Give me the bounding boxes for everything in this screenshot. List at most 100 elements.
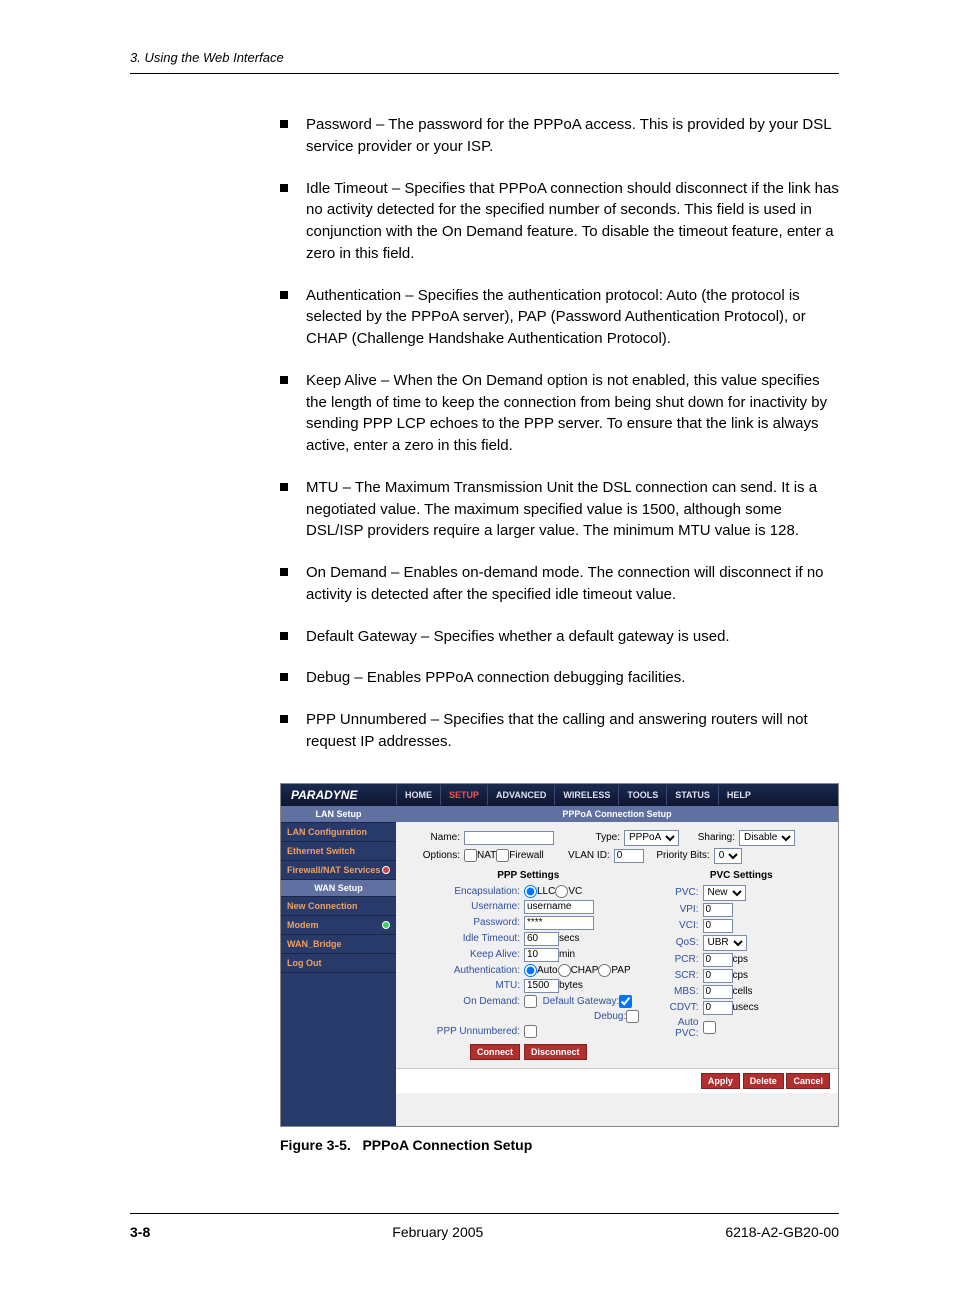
auth-chap-radio[interactable]: [558, 964, 571, 977]
autopvc-label: Auto PVC:: [653, 1017, 703, 1039]
vlan-label: VLAN ID:: [544, 850, 614, 861]
bullet-icon: [280, 632, 288, 640]
nav-wireless[interactable]: WIRELESS: [554, 785, 618, 805]
cdvt-input[interactable]: [703, 1001, 733, 1015]
default-gateway-checkbox[interactable]: [619, 995, 632, 1008]
debug-label: Debug:: [594, 1011, 626, 1022]
username-label: Username:: [404, 901, 524, 912]
sidebar-item-label: WAN_Bridge: [287, 939, 342, 949]
nav-tools[interactable]: TOOLS: [618, 785, 666, 805]
vpi-input[interactable]: [703, 903, 733, 917]
idle-label: Idle Timeout:: [404, 933, 524, 944]
nav-status[interactable]: STATUS: [666, 785, 718, 805]
keepalive-label: Keep Alive:: [404, 949, 524, 960]
status-dot-icon: [382, 921, 390, 929]
firewall-label: Firewall: [509, 850, 543, 861]
cdvt-unit: usecs: [733, 1002, 759, 1013]
sidebar-item-firewall[interactable]: Firewall/NAT Services: [281, 861, 396, 880]
cdvt-label: CDVT:: [653, 1002, 703, 1013]
nat-checkbox[interactable]: [464, 849, 477, 862]
name-label: Name:: [404, 832, 464, 843]
priority-label: Priority Bits:: [644, 850, 714, 861]
chapter-header: 3. Using the Web Interface: [130, 50, 839, 65]
sidebar: LAN Setup LAN Configuration Ethernet Swi…: [281, 806, 396, 1126]
sidebar-item-lan-config[interactable]: LAN Configuration: [281, 823, 396, 842]
pcr-input[interactable]: [703, 953, 733, 967]
bullet-text: Password – The password for the PPPoA ac…: [306, 114, 839, 158]
default-gateway-label: Default Gateway:: [543, 996, 620, 1007]
bullet-icon: [280, 291, 288, 299]
disconnect-button[interactable]: Disconnect: [524, 1044, 587, 1060]
page-title: PPPoA Connection Setup: [396, 806, 838, 822]
mtu-label: MTU:: [404, 980, 524, 991]
bullet-text: Idle Timeout – Specifies that PPPoA conn…: [306, 178, 839, 265]
bullet-text: Authentication – Specifies the authentic…: [306, 285, 839, 350]
options-label: Options:: [404, 850, 464, 861]
auth-pap-radio[interactable]: [598, 964, 611, 977]
sidebar-item-label: Ethernet Switch: [287, 846, 355, 856]
pvc-label: PVC:: [653, 887, 703, 898]
ondemand-label: On Demand:: [404, 996, 524, 1007]
autopvc-checkbox[interactable]: [703, 1021, 716, 1034]
cancel-button[interactable]: Cancel: [786, 1073, 830, 1089]
scr-input[interactable]: [703, 969, 733, 983]
sidebar-item-modem[interactable]: Modem: [281, 916, 396, 935]
ondemand-checkbox[interactable]: [524, 995, 537, 1008]
sharing-select[interactable]: Disable: [739, 830, 795, 846]
sidebar-item-wan-bridge[interactable]: WAN_Bridge: [281, 935, 396, 954]
bullet-icon: [280, 483, 288, 491]
nav-advanced[interactable]: ADVANCED: [487, 785, 554, 805]
bullet-icon: [280, 184, 288, 192]
auth-auto-radio[interactable]: [524, 964, 537, 977]
ppp-unnumbered-checkbox[interactable]: [524, 1025, 537, 1038]
apply-button[interactable]: Apply: [701, 1073, 740, 1089]
vc-label: VC: [568, 886, 582, 897]
sidebar-item-label: New Connection: [287, 901, 358, 911]
connect-button[interactable]: Connect: [470, 1044, 520, 1060]
qos-select[interactable]: UBR: [703, 935, 747, 951]
bullet-icon: [280, 376, 288, 384]
sidebar-item-logout[interactable]: Log Out: [281, 954, 396, 973]
nav-home[interactable]: HOME: [396, 785, 440, 805]
firewall-checkbox[interactable]: [496, 849, 509, 862]
name-input[interactable]: [464, 831, 554, 845]
status-dot-icon: [382, 866, 390, 874]
pvc-settings-header: PVC Settings: [653, 870, 831, 881]
pcr-label: PCR:: [653, 954, 703, 965]
password-input[interactable]: [524, 916, 594, 930]
encap-vc-radio[interactable]: [555, 885, 568, 898]
bullet-text: Keep Alive – When the On Demand option i…: [306, 370, 839, 457]
delete-button[interactable]: Delete: [743, 1073, 784, 1089]
mbs-input[interactable]: [703, 985, 733, 999]
mtu-input[interactable]: [524, 979, 559, 993]
bullet-icon: [280, 673, 288, 681]
encap-label: Encapsulation:: [404, 886, 524, 897]
keepalive-input[interactable]: [524, 948, 559, 962]
mtu-unit: bytes: [559, 980, 583, 991]
bullet-text: Debug – Enables PPPoA connection debuggi…: [306, 667, 839, 689]
nat-label: NAT: [477, 850, 496, 861]
pvc-select[interactable]: New: [703, 885, 746, 901]
vci-input[interactable]: [703, 919, 733, 933]
doc-number: 6218-A2-GB20-00: [725, 1224, 839, 1240]
idle-input[interactable]: [524, 932, 559, 946]
vlan-input[interactable]: [614, 849, 644, 863]
sharing-label: Sharing:: [679, 832, 739, 843]
sidebar-item-ethernet[interactable]: Ethernet Switch: [281, 842, 396, 861]
keepalive-unit: min: [559, 949, 575, 960]
username-input[interactable]: [524, 900, 594, 914]
bullet-icon: [280, 568, 288, 576]
priority-select[interactable]: 0: [714, 848, 742, 864]
encap-llc-radio[interactable]: [524, 885, 537, 898]
figure-caption: Figure 3-5. PPPoA Connection Setup: [280, 1137, 839, 1153]
debug-checkbox[interactable]: [626, 1010, 639, 1023]
type-select[interactable]: PPPoA: [624, 830, 679, 846]
ppp-settings-header: PPP Settings: [404, 870, 653, 881]
qos-label: QoS:: [653, 937, 703, 948]
bullet-icon: [280, 715, 288, 723]
nav-setup[interactable]: SETUP: [440, 785, 487, 805]
sidebar-item-new-connection[interactable]: New Connection: [281, 897, 396, 916]
nav-help[interactable]: HELP: [718, 785, 759, 805]
bullet-text: PPP Unnumbered – Specifies that the call…: [306, 709, 839, 753]
brand-logo: PARADYNE: [281, 788, 396, 802]
